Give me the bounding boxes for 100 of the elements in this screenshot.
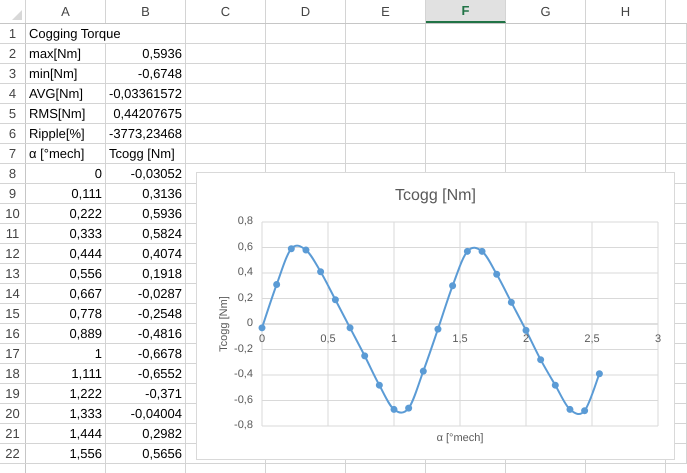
cell-text: max[Nm]: [29, 46, 81, 62]
cell-text: -0,03361572: [109, 86, 182, 102]
x-tick-label: 2: [522, 332, 530, 346]
cell-text: 1,222: [69, 386, 102, 402]
row-header[interactable]: 18: [0, 364, 26, 383]
data-point: [581, 407, 588, 414]
cell-text: 0,5824: [142, 226, 182, 242]
row-header[interactable]: 2: [0, 44, 26, 63]
y-tick-label: -0,2: [234, 342, 253, 356]
cell-text: Ripple[%]: [29, 126, 85, 142]
row-header[interactable]: 16: [0, 324, 26, 343]
cell-text: 0,222: [69, 206, 102, 222]
column-header[interactable]: B: [106, 0, 186, 23]
row-header[interactable]: 4: [0, 84, 26, 103]
data-point: [361, 352, 368, 360]
data-point: [493, 270, 500, 278]
column-header[interactable]: G: [506, 0, 586, 23]
y-tick-label: 0: [246, 316, 253, 330]
cell-text: AVG[Nm]: [29, 86, 83, 102]
data-point: [346, 324, 354, 332]
cell-text: 0,889: [69, 326, 102, 342]
column-header[interactable]: D: [266, 0, 346, 23]
data-point: [464, 248, 471, 255]
cell-text: -0,04004: [130, 406, 182, 422]
data-point: [273, 280, 280, 288]
cell-text: 1: [94, 346, 102, 362]
cell-text: 0,111: [71, 186, 102, 202]
x-tick-label: 3: [654, 332, 662, 346]
row-header[interactable]: 15: [0, 304, 26, 323]
data-point: [390, 406, 398, 413]
cell-text: 0,667: [69, 286, 102, 302]
x-tick-label: 2,5: [584, 332, 600, 346]
row-header[interactable]: 1: [0, 24, 26, 43]
row-header[interactable]: 10: [0, 204, 26, 223]
cell-text: 0,2982: [142, 426, 182, 442]
row-header[interactable]: 7: [0, 144, 26, 163]
data-point: [317, 268, 324, 276]
cell-text: 1,444: [69, 426, 102, 442]
cell-text: -0,371: [145, 386, 182, 402]
column-header[interactable]: H: [586, 0, 666, 23]
y-tick-label: -0,8: [234, 418, 253, 432]
y-tick-label: 0,2: [238, 290, 253, 304]
y-tick-label: 0,4: [238, 265, 253, 279]
cell-text: 0,5656: [142, 446, 182, 462]
x-tick-label: 0,5: [320, 332, 336, 346]
cell-text: -0,6678: [138, 346, 182, 362]
data-point: [566, 406, 574, 413]
cell-text: 0,444: [69, 246, 102, 262]
row-header[interactable]: 13: [0, 264, 26, 283]
row-header[interactable]: 11: [0, 224, 26, 243]
cell-text: -3773,23468: [109, 126, 182, 142]
row-header[interactable]: 20: [0, 404, 26, 423]
row-header[interactable]: 14: [0, 284, 26, 303]
cell-text: 1,333: [69, 406, 102, 422]
cell-text: 0,4074: [142, 246, 182, 262]
row-header[interactable]: 21: [0, 424, 26, 443]
data-point: [332, 296, 339, 304]
data-point: [434, 326, 442, 333]
cell-text: 0,44207675: [113, 106, 182, 122]
cell-text: α [°mech]: [29, 146, 84, 162]
y-tick-label: 0,6: [238, 240, 253, 254]
column-header[interactable]: A: [26, 0, 106, 23]
row-header[interactable]: 22: [0, 444, 26, 463]
cell-text: 0,556: [69, 266, 102, 282]
data-point: [449, 282, 456, 290]
data-point: [288, 245, 295, 252]
data-point: [508, 298, 515, 306]
row-header[interactable]: 19: [0, 384, 26, 403]
data-point: [537, 356, 544, 364]
data-point: [522, 326, 530, 334]
data-point: [302, 246, 310, 254]
cell-text: -0,2548: [138, 306, 182, 322]
row-header[interactable]: 17: [0, 344, 26, 363]
cell-text: RMS[Nm]: [29, 106, 86, 122]
data-point: [258, 324, 266, 332]
row-header[interactable]: 9: [0, 184, 26, 203]
data-point: [478, 248, 486, 255]
x-tick-label: 1,5: [452, 332, 468, 346]
row-header[interactable]: 12: [0, 244, 26, 263]
corner-triangle-icon: [12, 10, 22, 20]
cell-text: 0,5936: [142, 46, 182, 62]
cell-text: 1,556: [69, 446, 102, 462]
y-tick-label: -0,4: [234, 367, 253, 381]
y-tick-label: 0,8: [238, 214, 253, 228]
x-tick-label: 1: [390, 332, 398, 346]
column-header[interactable]: C: [186, 0, 266, 23]
cell-text: Tcogg [Nm]: [109, 146, 175, 162]
data-point: [376, 382, 383, 389]
row-header[interactable]: 5: [0, 104, 26, 123]
cell-text: -0,0287: [138, 286, 182, 302]
cell-text: -0,6748: [138, 66, 182, 82]
cell-text: Cogging Torque: [29, 26, 121, 42]
cell-text: -0,03052: [130, 166, 182, 182]
row-header[interactable]: 6: [0, 124, 26, 143]
cell-text: 0,1918: [142, 266, 182, 282]
column-header[interactable]: F: [426, 0, 506, 23]
row-header[interactable]: 8: [0, 164, 26, 183]
chart-title: Tcogg [Nm]: [394, 186, 477, 206]
y-axis-title: Tcogg [Nm]: [217, 296, 231, 352]
row-header[interactable]: 3: [0, 64, 26, 83]
